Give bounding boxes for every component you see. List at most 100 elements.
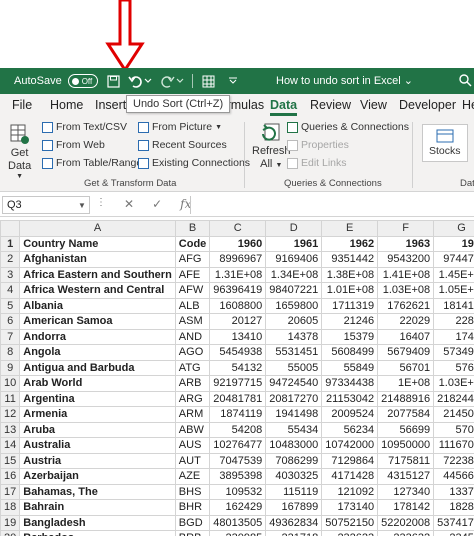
redo-icon[interactable]	[160, 73, 176, 89]
cell[interactable]: BGD	[174, 514, 211, 531]
tab-insert[interactable]: Insert	[95, 98, 126, 112]
row-header[interactable]: 10	[0, 375, 21, 392]
cell[interactable]: 10742000	[321, 437, 379, 454]
column-header[interactable]: E	[321, 220, 379, 237]
cell[interactable]: Antigua and Barbuda	[19, 359, 176, 376]
cell[interactable]: 94724540	[265, 375, 323, 392]
from-text-csv-button[interactable]: From Text/CSV	[42, 121, 127, 133]
cell[interactable]: 231718	[265, 530, 323, 536]
cell[interactable]: 52202008	[377, 514, 435, 531]
row-header[interactable]: 16	[0, 468, 21, 485]
cancel-icon[interactable]: ✕	[124, 197, 134, 211]
cell[interactable]: 92197715	[209, 375, 267, 392]
cell[interactable]: Bahamas, The	[19, 483, 176, 500]
row-header[interactable]: 9	[0, 359, 21, 376]
cell[interactable]: 9744772	[433, 251, 474, 268]
cell[interactable]: Bahrain	[19, 499, 176, 516]
row-header[interactable]: 20	[0, 530, 21, 536]
get-data-button[interactable]: Get Data ▼	[8, 122, 31, 180]
cell[interactable]: 4171428	[321, 468, 379, 485]
cell[interactable]: AGO	[174, 344, 211, 361]
cell[interactable]: Aruba	[19, 421, 176, 438]
row-header[interactable]: 15	[0, 452, 21, 469]
tab-review[interactable]: Review	[310, 98, 351, 112]
enter-check-icon[interactable]: ✓	[152, 197, 162, 211]
cell[interactable]: Armenia	[19, 406, 176, 423]
row-header[interactable]: 12	[0, 406, 21, 423]
row-header[interactable]: 17	[0, 483, 21, 500]
cell[interactable]: 5679409	[377, 344, 435, 361]
cell[interactable]: 7086299	[265, 452, 323, 469]
document-title[interactable]: How to undo sort in Excel ⌄	[276, 74, 413, 87]
cell[interactable]: 55849	[321, 359, 379, 376]
column-header[interactable]: A	[19, 220, 176, 237]
cell[interactable]: Australia	[19, 437, 176, 454]
cell[interactable]: 97334438	[321, 375, 379, 392]
cell[interactable]: 109532	[209, 483, 267, 500]
cell[interactable]: Arab World	[19, 375, 176, 392]
cell[interactable]: 173140	[321, 499, 379, 516]
cell[interactable]: 54132	[209, 359, 267, 376]
cell[interactable]: 15379	[321, 328, 379, 345]
cell[interactable]: 234588	[433, 530, 474, 536]
cell[interactable]: 1941498	[265, 406, 323, 423]
cell[interactable]: 56699	[377, 421, 435, 438]
row-header[interactable]: 14	[0, 437, 21, 454]
cell[interactable]: 22850	[433, 313, 474, 330]
cell[interactable]: 10950000	[377, 437, 435, 454]
cell[interactable]: ASM	[174, 313, 211, 330]
cell[interactable]: 21824427	[433, 390, 474, 407]
row-header[interactable]: 5	[0, 297, 21, 314]
cell[interactable]: 7047539	[209, 452, 267, 469]
cell[interactable]: American Samoa	[19, 313, 176, 330]
cell[interactable]: Africa Western and Central	[19, 282, 176, 299]
cell[interactable]: 2077584	[377, 406, 435, 423]
cell[interactable]: 10483000	[265, 437, 323, 454]
row-header[interactable]: 6	[0, 313, 21, 330]
select-all-corner[interactable]	[0, 220, 21, 237]
cell[interactable]: BRB	[174, 530, 211, 536]
column-header[interactable]: D	[265, 220, 323, 237]
tab-help[interactable]: He	[462, 98, 474, 112]
cell[interactable]: Country Name	[19, 235, 176, 252]
cell[interactable]: 13410	[209, 328, 267, 345]
cell[interactable]: Argentina	[19, 390, 176, 407]
cell[interactable]: 1762621	[377, 297, 435, 314]
redo-dropdown-chevron-icon[interactable]	[176, 73, 184, 89]
cell[interactable]: 54208	[209, 421, 267, 438]
cell[interactable]: 1961	[265, 235, 323, 252]
tab-developer[interactable]: Developer	[399, 98, 456, 112]
row-header[interactable]: 1	[0, 235, 21, 252]
column-header[interactable]: G	[433, 220, 474, 237]
cell[interactable]: 133705	[433, 483, 474, 500]
from-picture-button[interactable]: From Picture ▼	[138, 121, 222, 133]
cell[interactable]: AFW	[174, 282, 211, 299]
tab-home[interactable]: Home	[50, 98, 83, 112]
cell[interactable]: 20605	[265, 313, 323, 330]
cell[interactable]: ATG	[174, 359, 211, 376]
cell[interactable]: Africa Eastern and Southern	[19, 266, 176, 283]
cell[interactable]: 9169406	[265, 251, 323, 268]
row-header[interactable]: 2	[0, 251, 21, 268]
cell[interactable]: Austria	[19, 452, 176, 469]
row-header[interactable]: 3	[0, 266, 21, 283]
cell[interactable]: Andorra	[19, 328, 176, 345]
cell[interactable]: 1962	[321, 235, 379, 252]
cell[interactable]: 21153042	[321, 390, 379, 407]
cell[interactable]: 115119	[265, 483, 323, 500]
existing-connections-button[interactable]: Existing Connections	[138, 157, 250, 169]
cell[interactable]: 178142	[377, 499, 435, 516]
cell[interactable]: 1960	[209, 235, 267, 252]
cell[interactable]: ARB	[174, 375, 211, 392]
cell[interactable]: 1964	[433, 235, 474, 252]
cell[interactable]: AUT	[174, 452, 211, 469]
cell[interactable]: ABW	[174, 421, 211, 438]
row-header[interactable]: 8	[0, 344, 21, 361]
cell[interactable]: 20127	[209, 313, 267, 330]
cell[interactable]: 2009524	[321, 406, 379, 423]
cell[interactable]: AFG	[174, 251, 211, 268]
cell[interactable]: 121092	[321, 483, 379, 500]
cell[interactable]: AZE	[174, 468, 211, 485]
cell[interactable]: 5734995	[433, 344, 474, 361]
cell[interactable]: 182888	[433, 499, 474, 516]
